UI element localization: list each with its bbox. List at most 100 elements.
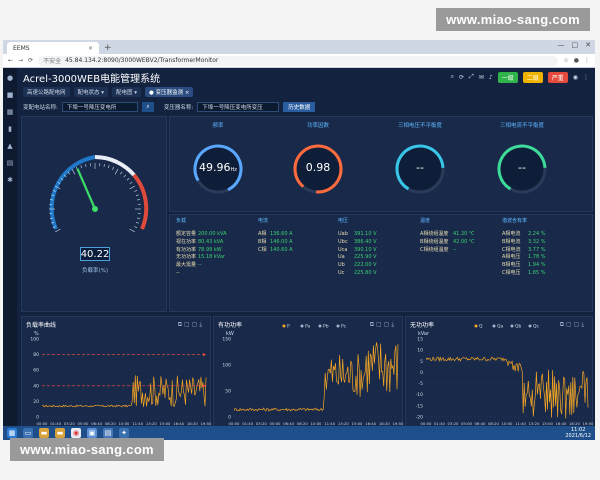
station-label: 变配电站名称: — [23, 105, 58, 111]
app-header: Acrel-3000WEB电能管理系统 ⌕ ⟳ ⤢ ✉ ♪ 一级 二级 严重 ◉… — [17, 68, 595, 86]
active-power-chart: kW15010050000:00 01:40 03:20 05:00 06:40 08:2… — [222, 324, 404, 427]
ring-value-voltage-unbalance: -- — [416, 161, 424, 174]
header-temperature: 温度 — [420, 218, 431, 224]
alarm-level-1-button[interactable]: 一级 — [497, 71, 518, 83]
history-button[interactable]: 历史数据 — [283, 102, 316, 112]
tab-close-icon[interactable]: × — [88, 45, 93, 52]
nav-tab-diagram[interactable]: 配电图 ▾ — [112, 87, 142, 97]
legend-label: Pb — [323, 324, 329, 330]
close-window-icon[interactable]: ✕ — [585, 41, 591, 49]
voltage-names: Uab Ubc Uca Ua Ub Uc — [338, 231, 348, 276]
gauge-needle — [76, 168, 97, 210]
minimize-icon[interactable]: — — [558, 41, 565, 49]
nav-tab-highway[interactable]: 高速公路配电网 — [23, 87, 70, 97]
files-icon[interactable]: ▬ — [55, 428, 65, 438]
gauge-label: 负载率(%) — [81, 268, 109, 274]
reactive-power-chart-panel: 无功功率 ⧉▢▢⤓ kVar 15 10 5 0 -5 -10 -15 -20 00:00 01:4… — [405, 316, 594, 436]
menu-icon[interactable]: ⋮ — [584, 57, 590, 64]
user-icon[interactable]: ● — [7, 74, 13, 82]
y-tick-label: 100 — [30, 337, 39, 343]
current-names: A相 B相 C相 — [258, 231, 267, 253]
bell-icon[interactable]: ▲ — [7, 142, 12, 150]
nav-tab-transformer[interactable]: ● 变压器监测 × — [145, 87, 194, 97]
alarm-severe-button[interactable]: 严重 — [547, 71, 568, 83]
profile-icon[interactable]: ● — [574, 57, 579, 64]
measurement-table: 负载 电流 电压 温度 谐波含有率 额定容量 视在功率 有功功率 无功功率 最大需量 --… — [169, 214, 593, 312]
y-tick-label: 0 — [420, 370, 423, 376]
window-controls: — □ ✕ — [558, 41, 592, 49]
transformer-select[interactable]: 下埠一号降压变电所变压 — [197, 102, 280, 112]
legend-label: Qb — [515, 324, 522, 330]
nav-tab-status[interactable]: 配电状态 ▾ — [73, 87, 109, 97]
monitor-screen: EEMS × + — □ ✕ ← → ⟳ 不安全 45.84.134.2:809… — [3, 40, 595, 440]
legend-marker — [492, 324, 496, 328]
chrome-icon[interactable]: ◉ — [71, 428, 81, 438]
legend-label: Q — [479, 324, 483, 330]
y-tick-label: 40 — [33, 383, 39, 389]
search-icon[interactable]: ⌕ — [451, 73, 454, 81]
gauge-value: 40.22 — [80, 247, 110, 261]
tab-title: EEMS — [13, 44, 30, 52]
desktop-icon[interactable]: ▭ — [23, 428, 33, 438]
search-button[interactable]: ⌕ — [141, 102, 154, 112]
star-icon[interactable]: ☆ — [563, 57, 568, 64]
fullscreen-icon[interactable]: ⤢ — [469, 73, 474, 81]
nav-tabs: 高速公路配电网 配电状态 ▾ 配电图 ▾ ● 变压器监测 × — [17, 86, 595, 98]
taskbar-clock: 11:02 2021/6/12 — [565, 427, 591, 439]
user-avatar[interactable]: ◉ — [573, 74, 578, 81]
y-tick-label: 15 — [417, 337, 423, 343]
transformer-label: 变压器名称: — [163, 105, 194, 111]
header-voltage: 电压 — [338, 218, 349, 224]
load-rate-chart: %10080604020000:00 01:40 03:20 05:00 06:40 08… — [30, 331, 212, 426]
station-select[interactable]: 下埠一号降压变电所 — [61, 102, 138, 112]
y-tick-label: 100 — [222, 363, 231, 369]
folder-icon[interactable]: ▬ — [39, 428, 49, 438]
ring-value-power-factor: 0.98 — [305, 161, 331, 174]
legend-marker — [318, 324, 322, 328]
harmonic-names: A相电流 B相电流 C相电流 A相电压 B相电压 C相电压 — [502, 231, 521, 276]
left-sidebar: ● ■ ▦ ▮ ▲ ▤ ✱ — [3, 68, 17, 428]
browser-tab[interactable]: EEMS × — [7, 42, 99, 54]
temperature-values: 41.20 ℃ 42.00 ℃ -- — [453, 231, 475, 253]
app-title: Acrel-3000WEB电能管理系统 — [23, 73, 161, 85]
report-icon[interactable]: ▤ — [7, 159, 14, 167]
temperature-names: A相绕组温度 B相绕组温度 C相绕组温度 — [420, 231, 449, 253]
new-tab-button[interactable]: + — [104, 42, 112, 54]
audio-icon[interactable]: ♪ — [489, 74, 493, 81]
settings-icon[interactable]: ✱ — [7, 176, 13, 184]
app-icon[interactable]: ▣ — [87, 428, 97, 438]
grid-icon[interactable]: ▦ — [7, 108, 14, 116]
y-tick-label: 0 — [228, 415, 231, 421]
maximize-icon[interactable]: □ — [572, 41, 579, 49]
y-tick-label: 5 — [420, 359, 423, 365]
y-tick-label: 60 — [33, 368, 39, 374]
browser-tabbar: EEMS × + — □ ✕ — [3, 40, 595, 54]
url-text: 45.84.134.2:8090/3000WEBV2/TransformerMo… — [65, 57, 219, 64]
back-icon[interactable]: ← — [8, 57, 13, 64]
chart-icon[interactable]: ▮ — [8, 125, 12, 133]
load-names: 额定容量 视在功率 有功功率 无功功率 最大需量 -- — [176, 231, 197, 276]
alarm-level-2-button[interactable]: 二级 — [522, 71, 543, 83]
insecure-label: 不安全 — [43, 58, 62, 65]
ring-value-current-unbalance: -- — [518, 161, 526, 174]
voltage-values: 391.10 V 386.40 V 390.10 V 225.90 V 222.00 V… — [354, 231, 377, 276]
forward-icon[interactable]: → — [18, 57, 23, 64]
reload-icon[interactable]: ⟳ — [28, 57, 33, 64]
refresh-icon[interactable]: ⟳ — [459, 74, 464, 81]
app-icon-3[interactable]: ✦ — [119, 428, 129, 438]
home-icon[interactable]: ■ — [7, 91, 14, 99]
rings-panel: 频率 功率因数 三相电压不平衡度 三相电流不平衡度 49.96Hz 0.98 -… — [169, 116, 593, 212]
header-tools: ⌕ ⟳ ⤢ ✉ ♪ 一级 二级 严重 ◉ ⋮ — [451, 71, 589, 83]
load-rate-chart-panel: 负载率曲线 ⧉▢▢⤓ % 100 80 60 40 20 0 00:00 01:40 03:20 0… — [21, 316, 212, 436]
mail-icon[interactable]: ✉ — [479, 74, 484, 81]
more-icon[interactable]: ⋮ — [583, 74, 589, 81]
load-gauge-panel: 40.22 负载率(%) — [21, 116, 167, 312]
app-icon-2[interactable]: ▤ — [103, 428, 113, 438]
url-field[interactable]: 不安全 45.84.134.2:8090/3000WEBV2/Transform… — [38, 55, 559, 66]
load-values: 200.00 kVA 80.43 kVA 78.99 kW 15.18 kVar -- — [198, 231, 227, 269]
legend-marker — [300, 324, 304, 328]
y-tick-label: 50 — [225, 389, 231, 395]
start-icon[interactable]: ▦ — [7, 428, 17, 438]
legend-label: P — [287, 324, 290, 330]
legend-label: Qa — [497, 324, 504, 330]
